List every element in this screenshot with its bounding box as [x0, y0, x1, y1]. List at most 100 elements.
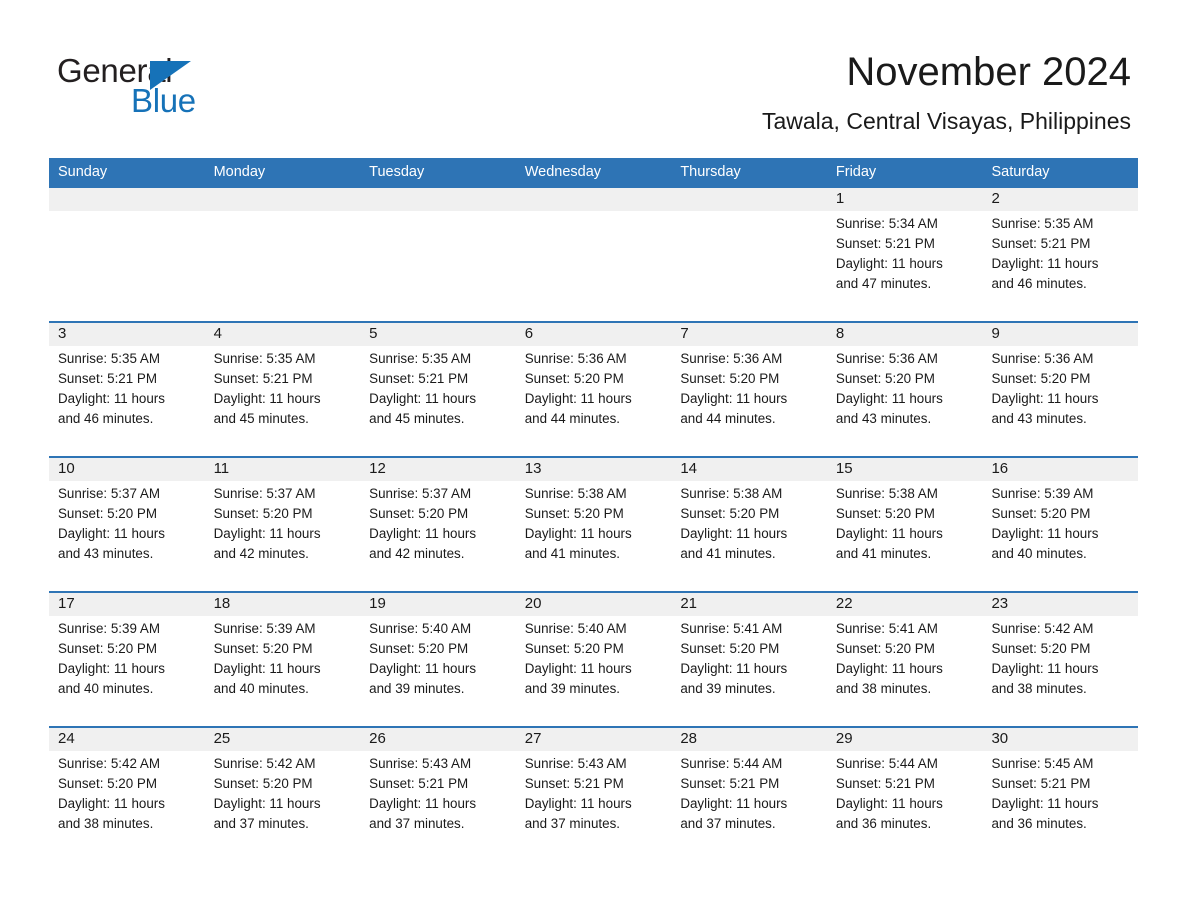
calendar-week-row: 1 Sunrise: 5:34 AM Sunset: 5:21 PM Daylight… [49, 186, 1138, 321]
day-info-line: Sunrise: 5:35 AM [369, 351, 472, 366]
day-info-line: Sunset: 5:21 PM [58, 371, 157, 386]
day-info-line: and 41 minutes. [524, 546, 621, 561]
day-info-line: Sunrise: 5:40 AM [524, 621, 627, 636]
day-info-line: and 36 minutes. [835, 816, 932, 831]
day-cell-14[interactable]: 14 Sunrise: 5:38 AM Sunset: 5:20 PM Dayligh… [671, 458, 827, 591]
weekday-header-monday: Monday [213, 164, 266, 180]
day-info-line: Sunset: 5:21 PM [524, 776, 624, 791]
day-info-line: Daylight: 11 hours [835, 256, 943, 271]
day-info-line: and 43 minutes. [991, 411, 1087, 426]
day-info-line: Sunrise: 5:44 AM [680, 756, 783, 771]
day-cell-18[interactable]: 18 Sunrise: 5:39 AM Sunset: 5:20 PM Dayligh… [205, 593, 361, 726]
day-cell-4[interactable]: 4 Sunrise: 5:35 AM Sunset: 5:21 PM Daylight… [205, 323, 361, 456]
day-info-line: Sunrise: 5:44 AM [835, 756, 938, 771]
day-cell-11[interactable]: 11 Sunrise: 5:37 AM Sunset: 5:20 PM Dayligh… [205, 458, 361, 591]
generalblue-logo: General Blue [57, 52, 357, 122]
day-cell-16[interactable]: 16 Sunrise: 5:39 AM Sunset: 5:20 PM Dayligh… [982, 458, 1138, 591]
day-info-line: and 39 minutes. [369, 681, 465, 696]
day-info-line: Daylight: 11 hours [369, 526, 477, 541]
day-cell-17[interactable]: 17 Sunrise: 5:39 AM Sunset: 5:20 PM Dayligh… [49, 593, 205, 726]
weekday-header-saturday: Saturday [991, 164, 1050, 180]
day-info-line: and 38 minutes. [835, 681, 932, 696]
day-info-line: Sunrise: 5:43 AM [524, 756, 627, 771]
day-info-line: and 41 minutes. [835, 546, 932, 561]
day-info-line: Sunset: 5:20 PM [680, 641, 780, 656]
day-cell-19[interactable]: 19 Sunrise: 5:40 AM Sunset: 5:20 PM Dayligh… [360, 593, 516, 726]
day-info-line: Daylight: 11 hours [58, 796, 165, 811]
day-cell-26[interactable]: 26 Sunrise: 5:43 AM Sunset: 5:21 PM Dayligh… [360, 728, 516, 861]
day-cell-20[interactable]: 20 Sunrise: 5:40 AM Sunset: 5:20 PM Dayligh… [516, 593, 672, 726]
day-cell-6[interactable]: 6 Sunrise: 5:36 AM Sunset: 5:20 PM Daylight… [516, 323, 672, 456]
day-sun-info: Sunrise: 5:43 AM Sunset: 5:21 PM Daylight:… [369, 754, 516, 834]
day-info-line: Sunrise: 5:39 AM [991, 486, 1094, 501]
day-info-line: Daylight: 11 hours [524, 796, 632, 811]
page-title: November 2024 [846, 50, 1131, 94]
day-cell-1[interactable]: 1 Sunrise: 5:34 AM Sunset: 5:21 PM Daylight… [827, 188, 983, 321]
day-sun-info: Sunrise: 5:36 AM Sunset: 5:20 PM Daylight:… [680, 349, 827, 429]
day-number: 3 [58, 325, 67, 342]
day-info-line: Sunrise: 5:36 AM [524, 351, 627, 366]
day-number: 22 [835, 595, 853, 612]
day-info-line: Daylight: 11 hours [835, 526, 943, 541]
day-number: 23 [991, 595, 1009, 612]
day-cell-23[interactable]: 23 Sunrise: 5:42 AM Sunset: 5:20 PM Dayligh… [982, 593, 1138, 726]
day-info-line: Sunset: 5:20 PM [680, 506, 780, 521]
day-info-line: Daylight: 11 hours [524, 526, 632, 541]
day-sun-info: Sunrise: 5:38 AM Sunset: 5:20 PM Daylight:… [525, 484, 672, 564]
day-cell-29[interactable]: 29 Sunrise: 5:44 AM Sunset: 5:21 PM Dayligh… [827, 728, 983, 861]
day-cell-24[interactable]: 24 Sunrise: 5:42 AM Sunset: 5:20 PM Dayligh… [49, 728, 205, 861]
day-cell-12[interactable]: 12 Sunrise: 5:37 AM Sunset: 5:20 PM Dayligh… [360, 458, 516, 591]
day-info-line: Sunrise: 5:42 AM [991, 621, 1094, 636]
day-info-line: Sunset: 5:20 PM [524, 371, 624, 386]
day-info-line: Daylight: 11 hours [680, 661, 788, 676]
day-cell-27[interactable]: 27 Sunrise: 5:43 AM Sunset: 5:21 PM Dayligh… [516, 728, 672, 861]
day-cell-3[interactable]: 3 Sunrise: 5:35 AM Sunset: 5:21 PM Daylight… [49, 323, 205, 456]
day-number: 20 [524, 595, 542, 612]
day-cell-8[interactable]: 8 Sunrise: 5:36 AM Sunset: 5:20 PM Daylight… [827, 323, 983, 456]
day-info-line: Sunset: 5:20 PM [835, 371, 935, 386]
day-cell-9[interactable]: 9 Sunrise: 5:36 AM Sunset: 5:20 PM Daylight… [982, 323, 1138, 456]
day-info-line: Sunset: 5:20 PM [835, 506, 935, 521]
day-cell-21[interactable]: 21 Sunrise: 5:41 AM Sunset: 5:20 PM Dayligh… [671, 593, 827, 726]
day-info-line: Sunrise: 5:41 AM [835, 621, 938, 636]
day-sun-info: Sunrise: 5:42 AM Sunset: 5:20 PM Daylight:… [214, 754, 361, 834]
day-cell-30[interactable]: 30 Sunrise: 5:45 AM Sunset: 5:21 PM Dayligh… [982, 728, 1138, 861]
day-number: 28 [680, 730, 697, 747]
day-cell-7[interactable]: 7 Sunrise: 5:36 AM Sunset: 5:20 PM Daylight… [671, 323, 827, 456]
day-info-line: and 40 minutes. [58, 681, 154, 696]
day-info-line: Sunrise: 5:40 AM [369, 621, 472, 636]
day-number: 10 [58, 460, 75, 477]
day-info-line: and 39 minutes. [524, 681, 621, 696]
day-info-line: and 37 minutes. [369, 816, 465, 831]
day-info-line: Daylight: 11 hours [213, 796, 321, 811]
day-info-line: Sunset: 5:20 PM [213, 641, 313, 656]
day-number: 2 [991, 190, 1000, 207]
day-info-line: Sunrise: 5:37 AM [369, 486, 472, 501]
day-info-line: and 42 minutes. [369, 546, 465, 561]
day-sun-info: Sunrise: 5:40 AM Sunset: 5:20 PM Daylight:… [369, 619, 516, 699]
day-number: 17 [58, 595, 75, 612]
day-number: 11 [213, 460, 230, 477]
day-info-line: and 36 minutes. [991, 816, 1087, 831]
day-info-line: Sunrise: 5:36 AM [835, 351, 938, 366]
day-cell-22[interactable]: 22 Sunrise: 5:41 AM Sunset: 5:20 PM Dayligh… [827, 593, 983, 726]
day-info-line: Daylight: 11 hours [991, 526, 1099, 541]
day-cell-15[interactable]: 15 Sunrise: 5:38 AM Sunset: 5:20 PM Dayligh… [827, 458, 983, 591]
day-cell-13[interactable]: 13 Sunrise: 5:38 AM Sunset: 5:20 PM Dayligh… [516, 458, 672, 591]
day-cell-2[interactable]: 2 Sunrise: 5:35 AM Sunset: 5:21 PM Daylight… [982, 188, 1138, 321]
day-info-line: Daylight: 11 hours [369, 661, 477, 676]
day-info-line: Daylight: 11 hours [991, 391, 1099, 406]
day-cell-25[interactable]: 25 Sunrise: 5:42 AM Sunset: 5:20 PM Dayligh… [205, 728, 361, 861]
day-cell-10[interactable]: 10 Sunrise: 5:37 AM Sunset: 5:20 PM Dayligh… [49, 458, 205, 591]
day-number: 25 [213, 730, 231, 747]
day-cell-28[interactable]: 28 Sunrise: 5:44 AM Sunset: 5:21 PM Dayligh… [671, 728, 827, 861]
day-sun-info: Sunrise: 5:36 AM Sunset: 5:20 PM Daylight:… [525, 349, 672, 429]
day-sun-info: Sunrise: 5:44 AM Sunset: 5:21 PM Daylight:… [680, 754, 827, 834]
day-cell-empty [516, 188, 672, 321]
day-number: 18 [213, 595, 231, 612]
day-cell-5[interactable]: 5 Sunrise: 5:35 AM Sunset: 5:21 PM Daylight… [360, 323, 516, 456]
day-cell-empty [49, 188, 205, 321]
day-info-line: Sunrise: 5:35 AM [58, 351, 160, 366]
day-sun-info: Sunrise: 5:34 AM Sunset: 5:21 PM Daylight:… [836, 214, 983, 294]
day-cell-empty [360, 188, 516, 321]
